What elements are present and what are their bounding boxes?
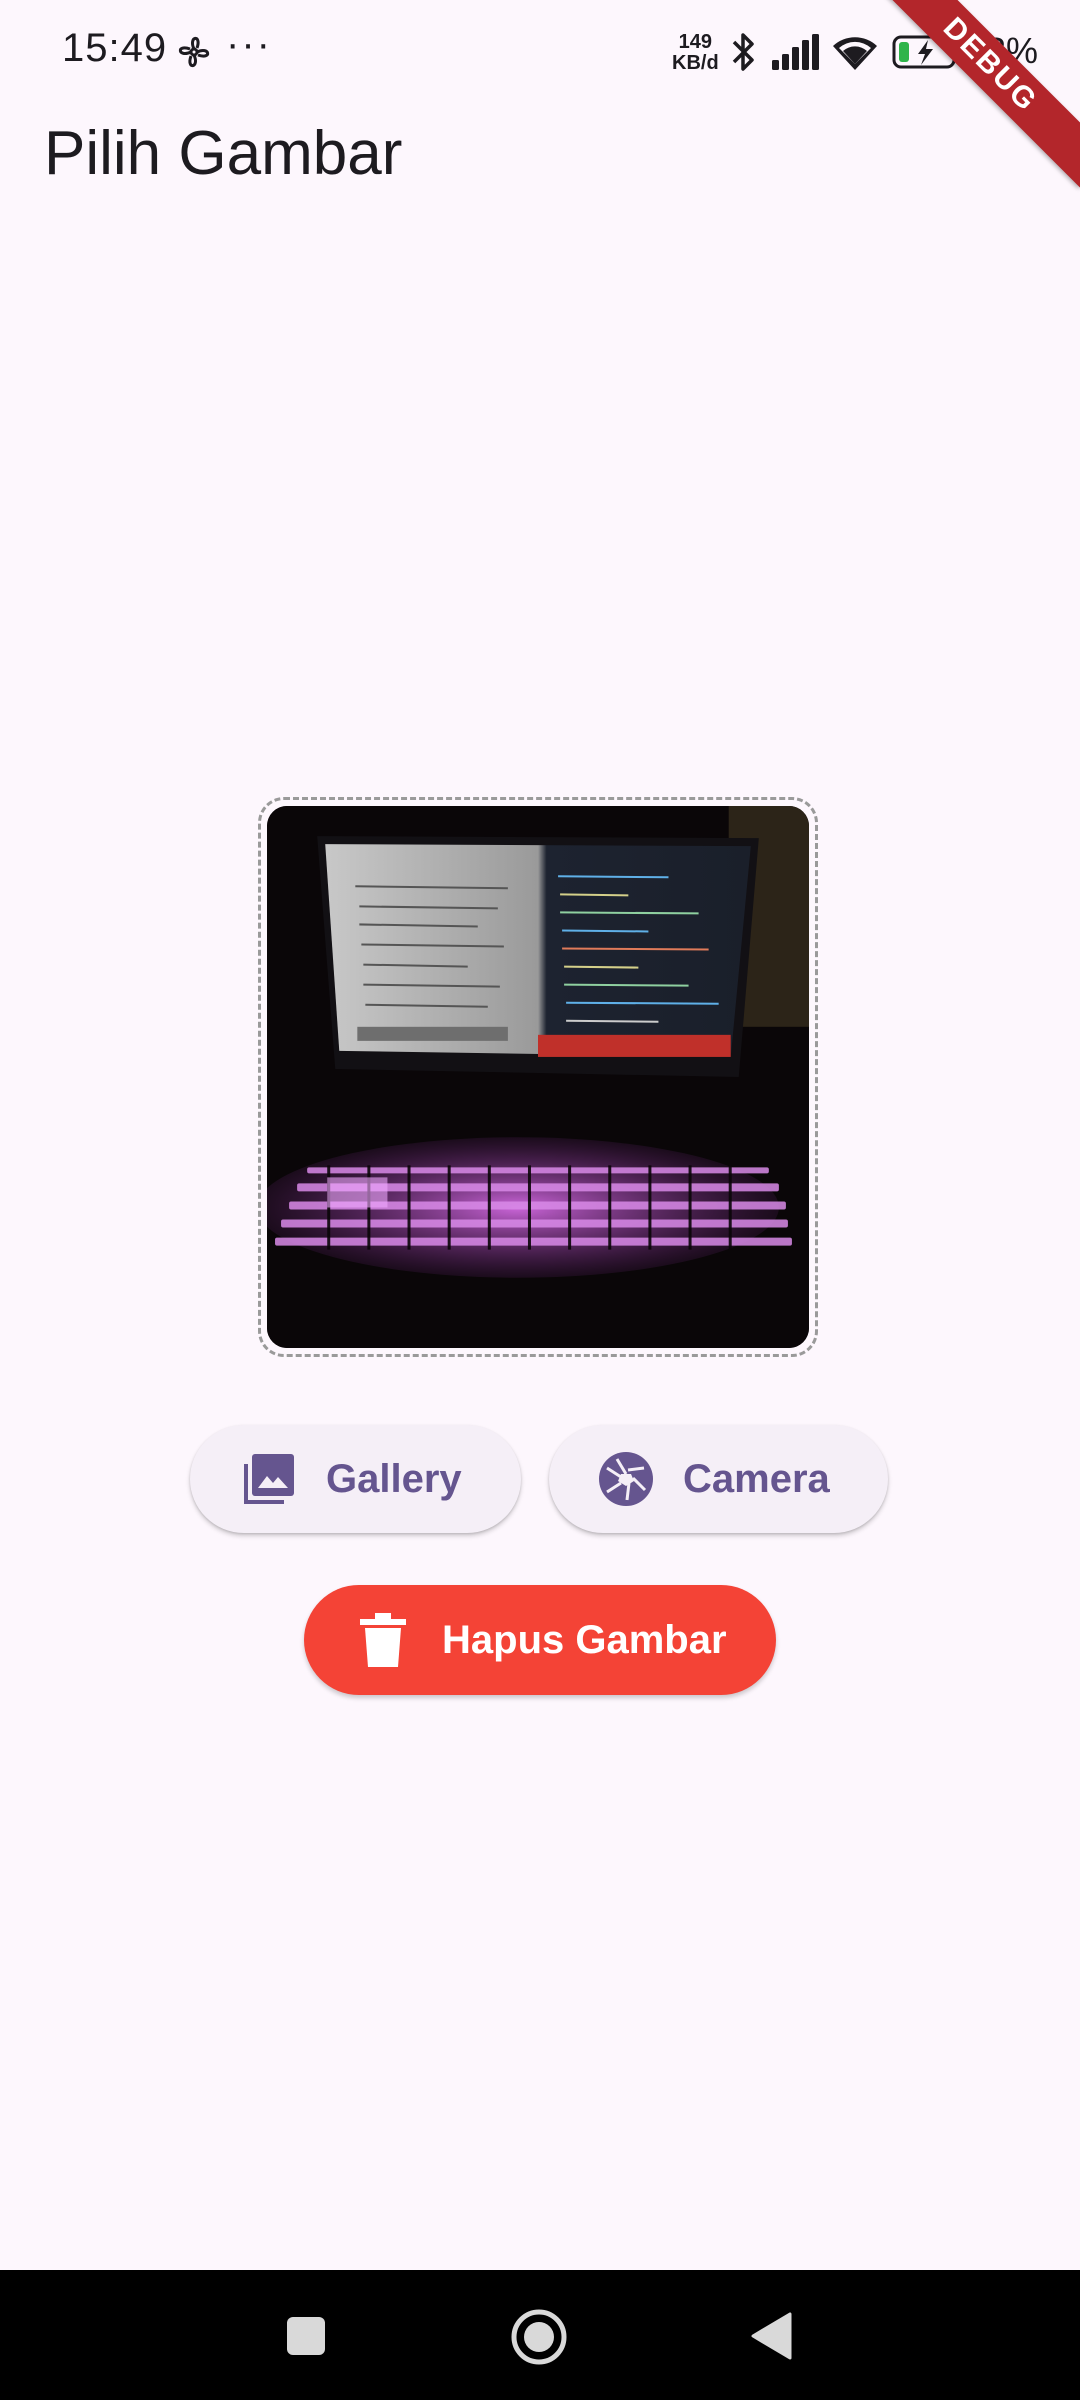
network-speed-value: 149 xyxy=(678,31,713,53)
gallery-button-label: Gallery xyxy=(326,1456,462,1501)
photo-library-icon xyxy=(244,1454,294,1504)
gallery-button[interactable]: Gallery xyxy=(190,1425,521,1533)
page-title: Pilih Gambar xyxy=(44,119,403,188)
status-time: 15:49 xyxy=(62,26,168,70)
camera-button[interactable]: Camera xyxy=(549,1425,888,1533)
fan-icon xyxy=(178,36,210,68)
network-speed-unit: KB/d xyxy=(672,52,719,74)
selected-image xyxy=(267,806,809,1348)
network-speed: 149 KB/d xyxy=(672,32,719,74)
bluetooth-icon xyxy=(732,33,754,71)
back-icon[interactable] xyxy=(750,2312,794,2360)
delete-image-button[interactable]: Hapus Gambar xyxy=(304,1585,776,1695)
signal-icon xyxy=(772,34,819,70)
recent-apps-icon[interactable] xyxy=(286,2316,326,2356)
laptop-photo xyxy=(267,806,809,1348)
trash-icon xyxy=(360,1613,406,1667)
more-notifications-icon: ··· xyxy=(226,22,272,66)
camera-button-label: Camera xyxy=(683,1456,830,1501)
home-icon[interactable] xyxy=(510,2308,568,2366)
system-navigation-bar xyxy=(0,2270,1080,2400)
image-preview-frame xyxy=(258,797,818,1357)
delete-image-button-label: Hapus Gambar xyxy=(442,1617,727,1662)
camera-shutter-icon xyxy=(599,1452,653,1506)
wifi-icon xyxy=(833,37,877,70)
